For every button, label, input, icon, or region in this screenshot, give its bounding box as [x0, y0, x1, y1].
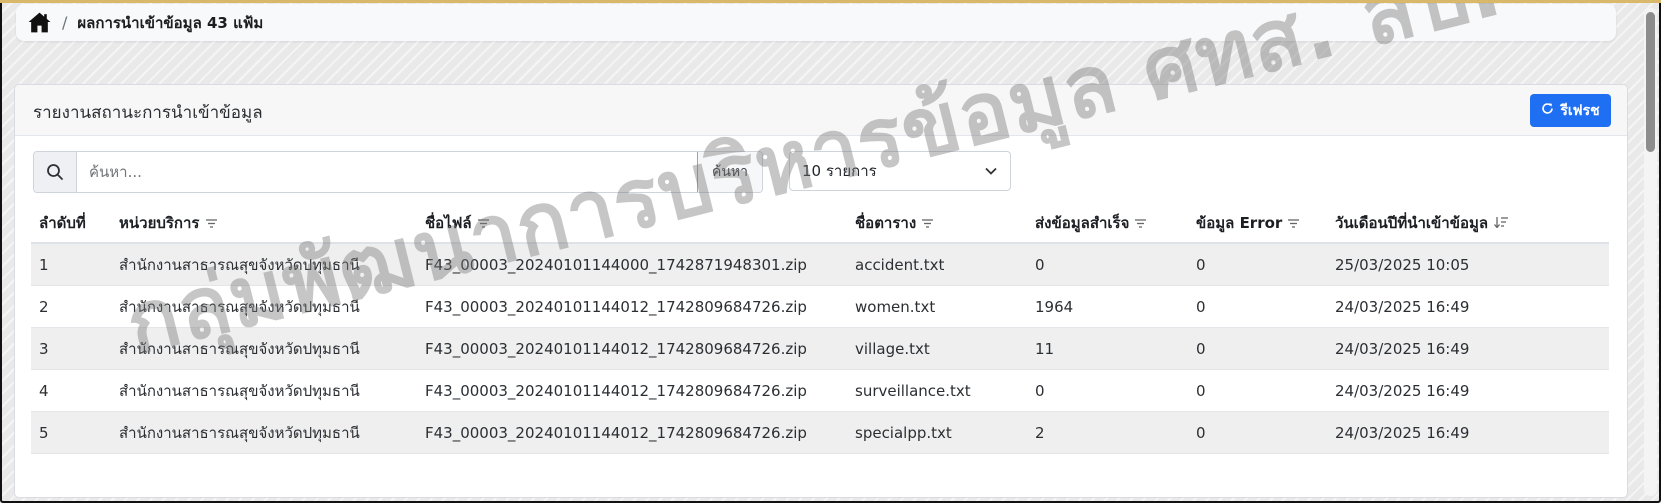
table-row: 2 สำนักงานสาธารณสุขจังหวัดปทุมธานี F43_0… — [31, 285, 1609, 328]
table-row: 4 สำนักงานสาธารณสุขจังหวัดปทุมธานี F43_0… — [31, 369, 1609, 412]
cell-filename: F43_00003_20240101144012_1742809684726.z… — [417, 327, 847, 370]
home-icon[interactable] — [27, 10, 52, 35]
table-row: 5 สำนักงานสาธารณสุขจังหวัดปทุมธานี F43_0… — [31, 411, 1609, 454]
refresh-icon — [1541, 102, 1554, 119]
cell-import-date: 24/03/2025 16:49 — [1327, 411, 1609, 454]
cell-filename: F43_00003_20240101144012_1742809684726.z… — [417, 285, 847, 328]
column-header-table-name[interactable]: ชื่อตาราง — [847, 203, 1027, 244]
cell-unit: สำนักงานสาธารณสุขจังหวัดปทุมธานี — [111, 285, 417, 328]
cell-table-name: women.txt — [847, 285, 1027, 328]
search-icon — [34, 152, 77, 192]
breadcrumb-current: ผลการนำเข้าข้อมูล 43 แฟ้ม — [77, 13, 264, 32]
table-row: 1 สำนักงานสาธารณสุขจังหวัดปทุมธานี F43_0… — [31, 243, 1609, 286]
cell-success: 11 — [1027, 327, 1188, 370]
cell-error: 0 — [1188, 327, 1327, 370]
cell-import-date: 24/03/2025 16:49 — [1327, 369, 1609, 412]
cell-no: 4 — [31, 369, 111, 412]
filter-sort-icon[interactable] — [477, 214, 489, 232]
cell-import-date: 24/03/2025 16:49 — [1327, 327, 1609, 370]
search-input[interactable] — [77, 152, 697, 192]
column-header-error[interactable]: ข้อมูล Error — [1188, 203, 1327, 244]
chevron-down-icon — [984, 162, 998, 180]
cell-import-date: 24/03/2025 16:49 — [1327, 285, 1609, 328]
page-size-value: 10 รายการ — [802, 162, 877, 180]
refresh-button[interactable]: รีเฟรช — [1530, 94, 1611, 127]
import-results-table: ลำดับที่ หน่วยบริการ ชื่อไฟล์ ชื่อตาราง … — [31, 203, 1609, 454]
cell-unit: สำนักงานสาธารณสุขจังหวัดปทุมธานี — [111, 327, 417, 370]
cell-unit: สำนักงานสาธารณสุขจังหวัดปทุมธานี — [111, 411, 417, 454]
cell-unit: สำนักงานสาธารณสุขจังหวัดปทุมธานี — [111, 243, 417, 286]
page-size-select[interactable]: 10 รายการ — [789, 151, 1011, 191]
cell-no: 1 — [31, 243, 111, 286]
card-header: รายงานสถานะการนำเข้าข้อมูล รีเฟรช — [15, 85, 1627, 136]
table-header-row: ลำดับที่ หน่วยบริการ ชื่อไฟล์ ชื่อตาราง … — [31, 203, 1609, 244]
column-header-import-date[interactable]: วันเดือนปีที่นำเข้าข้อมูล — [1327, 203, 1609, 244]
cell-filename: F43_00003_20240101144012_1742809684726.z… — [417, 369, 847, 412]
cell-filename: F43_00003_20240101144012_1742809684726.z… — [417, 411, 847, 454]
cell-table-name: accident.txt — [847, 243, 1027, 286]
column-header-success[interactable]: ส่งข้อมูลสำเร็จ — [1027, 203, 1188, 244]
cell-table-name: specialpp.txt — [847, 411, 1027, 454]
cell-success: 0 — [1027, 369, 1188, 412]
cell-error: 0 — [1188, 369, 1327, 412]
import-status-card: รายงานสถานะการนำเข้าข้อมูล รีเฟรช ค้นหา.… — [14, 84, 1628, 498]
cell-success: 1964 — [1027, 285, 1188, 328]
column-header-filename[interactable]: ชื่อไฟล์ — [417, 203, 847, 244]
search-button[interactable]: ค้นหา — [697, 152, 762, 192]
cell-unit: สำนักงานสาธารณสุขจังหวัดปทุมธานี — [111, 369, 417, 412]
filter-row: ค้นหา 10 รายการ — [33, 151, 1011, 193]
table-row: 3 สำนักงานสาธารณสุขจังหวัดปทุมธานี F43_0… — [31, 327, 1609, 370]
cell-error: 0 — [1188, 411, 1327, 454]
column-header-unit[interactable]: หน่วยบริการ — [111, 203, 417, 244]
cell-import-date: 25/03/2025 10:05 — [1327, 243, 1609, 286]
breadcrumb-separator: / — [62, 13, 68, 32]
cell-error: 0 — [1188, 243, 1327, 286]
cell-no: 2 — [31, 285, 111, 328]
cell-error: 0 — [1188, 285, 1327, 328]
cell-no: 3 — [31, 327, 111, 370]
cell-filename: F43_00003_20240101144000_1742871948301.z… — [417, 243, 847, 286]
filter-sort-icon[interactable] — [1288, 214, 1300, 232]
cell-no: 5 — [31, 411, 111, 454]
cell-success: 0 — [1027, 243, 1188, 286]
breadcrumb: / ผลการนำเข้าข้อมูล 43 แฟ้ม — [16, 4, 1616, 41]
column-header-no: ลำดับที่ — [31, 203, 111, 244]
filter-sort-icon[interactable] — [922, 214, 934, 232]
cell-success: 2 — [1027, 411, 1188, 454]
top-accent-line — [0, 0, 1661, 3]
filter-sort-icon[interactable] — [1135, 214, 1147, 232]
card-title: รายงานสถานะการนำเข้าข้อมูล — [33, 103, 263, 123]
page-scrollbar-thumb[interactable] — [1646, 12, 1655, 152]
cell-table-name: surveillance.txt — [847, 369, 1027, 412]
search-group: ค้นหา — [33, 151, 763, 193]
refresh-label: รีเฟรช — [1560, 102, 1600, 119]
cell-table-name: village.txt — [847, 327, 1027, 370]
sort-descending-icon[interactable] — [1494, 214, 1509, 232]
filter-sort-icon[interactable] — [205, 214, 217, 232]
